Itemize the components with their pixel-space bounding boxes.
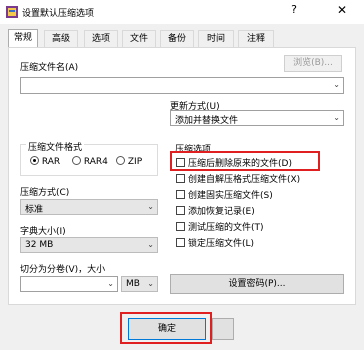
chevron-down-icon: ⌄ [107,279,114,288]
winrar-app-icon [6,6,18,18]
tab-advanced[interactable]: 高级 [44,30,78,48]
checkbox-icon [176,238,185,247]
chevron-down-icon: ⌄ [147,240,154,249]
tab-options[interactable]: 选项 [84,30,118,48]
archive-name-label: 压缩文件名(A) [20,63,79,73]
lock-archive-checkbox[interactable]: 锁定压缩文件(L) [176,236,254,249]
archive-name-input[interactable]: ⌄ [20,77,344,94]
checkbox-icon [176,174,185,183]
tab-comment[interactable]: 注释 [238,30,274,48]
split-unit-value: MB [126,279,140,289]
checkbox-icon [176,158,185,167]
browse-button[interactable]: 浏览(B)... [284,55,342,72]
checkbox-icon [176,206,185,215]
radio-icon [72,156,81,165]
update-mode-value: 添加并替换文件 [175,116,239,126]
ok-button[interactable]: 确定 [128,318,206,340]
update-mode-select[interactable]: 添加并替换文件 ⌄ [170,110,344,126]
radio-selected-icon [30,156,39,165]
sfx-checkbox[interactable]: 创建自解压格式压缩文件(X) [176,172,300,185]
window-title: 设置默认压缩选项 [22,9,95,19]
format-rar-radio[interactable]: RAR [30,156,60,167]
dict-select[interactable]: 32 MB ⌄ [20,237,158,253]
chevron-down-icon: ⌄ [147,202,154,211]
split-unit-select[interactable]: MB ⌄ [121,276,158,292]
set-password-button[interactable]: 设置密码(P)... [170,274,344,294]
method-value: 标准 [25,205,44,215]
format-zip-radio[interactable]: ZIP [116,156,142,167]
format-label: 压缩文件格式 [26,140,85,153]
test-files-checkbox[interactable]: 测试压缩的文件(T) [176,220,264,233]
cancel-button-partial[interactable] [212,318,234,340]
tab-time[interactable]: 时间 [198,30,234,48]
delete-after-checkbox[interactable]: 压缩后删除原来的文件(D) [176,156,292,169]
tab-general[interactable]: 常规 [8,29,38,49]
tab-backup[interactable]: 备份 [160,30,194,48]
chevron-down-icon: ⌄ [333,80,340,89]
dict-label: 字典大小(I) [20,227,66,237]
chevron-down-icon: ⌄ [147,279,154,288]
format-rar4-radio[interactable]: RAR4 [72,156,108,167]
recovery-record-checkbox[interactable]: 添加恢复记录(E) [176,204,255,217]
tab-files[interactable]: 文件 [122,30,156,48]
help-button[interactable]: ? [284,3,304,21]
chevron-down-icon: ⌄ [333,113,340,122]
dict-value: 32 MB [25,240,54,250]
radio-icon [116,156,125,165]
split-size-input[interactable]: ⌄ [20,276,118,292]
checkbox-icon [176,190,185,199]
method-label: 压缩方式(C) [20,188,70,198]
solid-checkbox[interactable]: 创建固实压缩文件(S) [176,188,273,201]
checkbox-icon [176,222,185,231]
split-label: 切分为分卷(V)，大小 [20,265,106,275]
method-select[interactable]: 标准 ⌄ [20,199,158,215]
close-button[interactable]: ✕ [332,3,352,21]
